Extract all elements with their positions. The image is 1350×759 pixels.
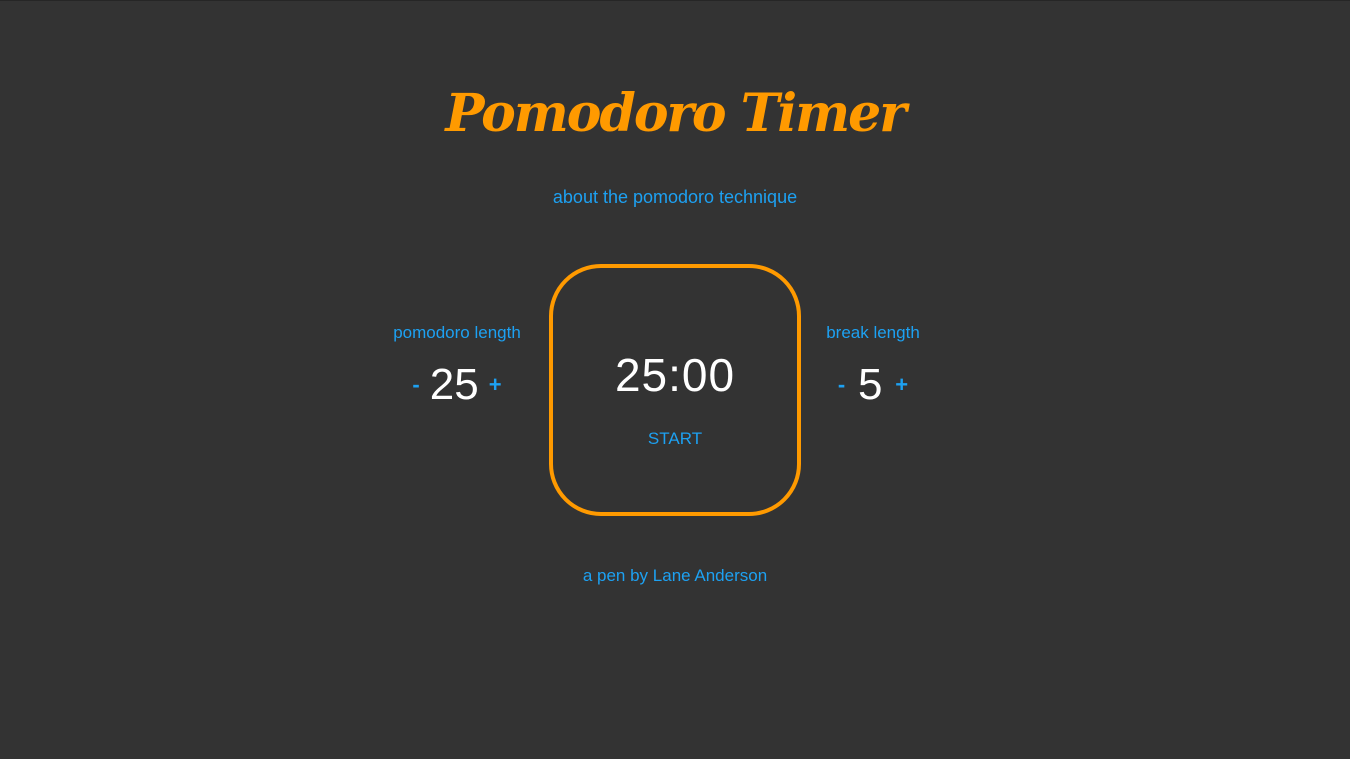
break-length-control: break length - 5 + (773, 323, 973, 407)
footer-credit: a pen by Lane Anderson (0, 566, 1350, 586)
start-button[interactable]: START (642, 428, 708, 450)
break-increment-button[interactable]: + (885, 374, 918, 396)
author-link[interactable]: Lane Anderson (653, 566, 767, 585)
pomodoro-length-row: - 25 + (357, 363, 557, 407)
timer-display-box[interactable]: 25:00 START (549, 264, 801, 516)
pomodoro-increment-button[interactable]: + (479, 374, 512, 396)
break-length-label: break length (826, 323, 920, 342)
pomodoro-length-label: pomodoro length (393, 323, 521, 342)
break-length-row: - 5 + (773, 363, 973, 407)
pomodoro-length-control: pomodoro length - 25 + (357, 323, 557, 407)
break-decrement-button[interactable]: - (828, 374, 855, 396)
pomodoro-length-value: 25 (429, 360, 479, 409)
credit-prefix: a pen by (582, 566, 649, 585)
pomodoro-decrement-button[interactable]: - (402, 374, 429, 396)
about-pomodoro-link[interactable]: about the pomodoro technique (0, 187, 1350, 208)
page-title: Pomodoro Timer (445, 83, 906, 144)
break-length-value: 5 (857, 360, 883, 409)
timer-countdown: 25:00 (614, 349, 736, 401)
